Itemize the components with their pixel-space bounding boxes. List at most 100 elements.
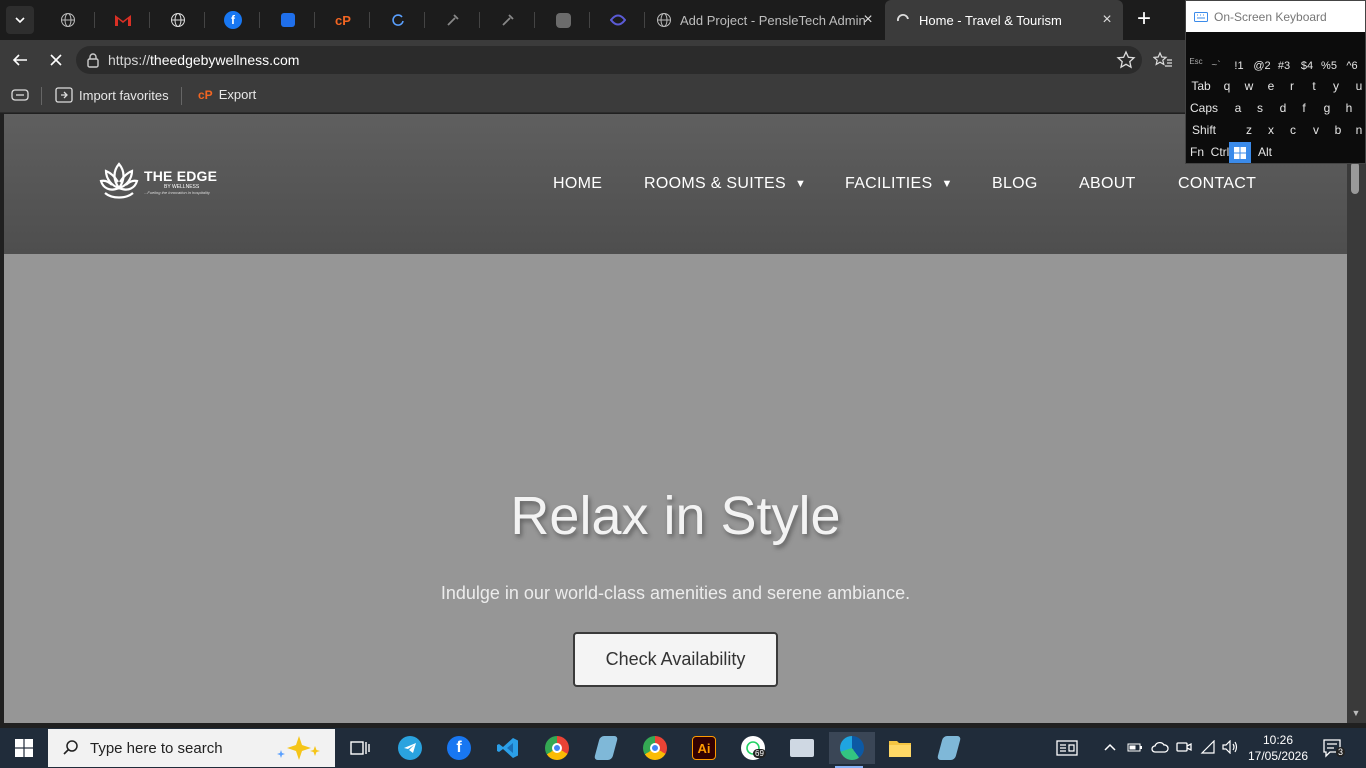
key-ctrl[interactable]: Ctrl bbox=[1210, 142, 1230, 162]
key-alt[interactable]: Alt bbox=[1254, 142, 1276, 162]
favorites-button[interactable] bbox=[1149, 46, 1177, 74]
taskbar-clock[interactable]: 10:26 17/05/2026 bbox=[1246, 732, 1310, 764]
key-s[interactable]: s bbox=[1252, 98, 1268, 118]
key-c[interactable]: c bbox=[1285, 120, 1301, 140]
key-4[interactable]: $4 bbox=[1297, 56, 1317, 76]
notes-app-2[interactable] bbox=[929, 732, 969, 764]
remote-desktop-app[interactable] bbox=[782, 732, 822, 764]
pinned-tab-5[interactable] bbox=[261, 0, 315, 40]
key-windows[interactable] bbox=[1229, 142, 1251, 163]
close-tab-icon[interactable]: × bbox=[1099, 12, 1115, 28]
facebook-app[interactable]: f bbox=[439, 732, 479, 764]
address-bar[interactable]: https://theedgebywellness.com bbox=[76, 46, 1142, 74]
import-favorites-link[interactable]: Import favorites bbox=[55, 87, 169, 103]
telegram-app[interactable] bbox=[390, 732, 430, 764]
site-logo[interactable]: THE EDGE BY WELLNESS ...Fueling the Inno… bbox=[98, 160, 217, 202]
chrome-profile-r-app[interactable] bbox=[537, 732, 577, 764]
key-e[interactable]: e bbox=[1263, 76, 1279, 96]
lock-icon[interactable] bbox=[86, 52, 100, 68]
key-n[interactable]: n bbox=[1352, 120, 1366, 140]
close-tab-icon[interactable]: × bbox=[860, 12, 876, 28]
pinned-tab-8[interactable] bbox=[426, 0, 480, 40]
favorite-star-icon[interactable] bbox=[1116, 50, 1136, 70]
pinned-tab-2[interactable] bbox=[96, 0, 150, 40]
key-5[interactable]: %5 bbox=[1319, 56, 1339, 76]
tab-home-travel[interactable]: Home - Travel & Tourism × bbox=[885, 0, 1123, 40]
news-widget-button[interactable] bbox=[1047, 732, 1087, 764]
whatsapp-app[interactable]: 69 bbox=[733, 732, 773, 764]
key-d[interactable]: d bbox=[1275, 98, 1291, 118]
pinned-tab-3[interactable] bbox=[151, 0, 205, 40]
pinned-tab-1[interactable] bbox=[41, 0, 95, 40]
edge-app[interactable] bbox=[829, 732, 875, 768]
notes-icon bbox=[593, 736, 619, 760]
key-y[interactable]: y bbox=[1328, 76, 1344, 96]
pinned-tab-11[interactable] bbox=[591, 0, 645, 40]
nav-home[interactable]: HOME bbox=[553, 174, 602, 194]
new-tab-button[interactable]: + bbox=[1132, 7, 1156, 32]
check-availability-button[interactable]: Check Availability bbox=[573, 632, 778, 687]
key-h[interactable]: h bbox=[1341, 98, 1357, 118]
meet-now-tray[interactable] bbox=[1176, 740, 1192, 757]
action-center-button[interactable]: 3 bbox=[1322, 738, 1350, 760]
pinned-tab-6[interactable]: cP bbox=[316, 0, 370, 40]
key-g[interactable]: g bbox=[1319, 98, 1335, 118]
key-v[interactable]: v bbox=[1308, 120, 1324, 140]
page-scrollbar[interactable] bbox=[1347, 114, 1366, 723]
taskbar-search-box[interactable]: Type here to search bbox=[48, 729, 335, 767]
key-q[interactable]: q bbox=[1219, 76, 1235, 96]
start-button[interactable] bbox=[0, 728, 48, 768]
osk-title-bar[interactable]: On-Screen Keyboard bbox=[1186, 1, 1365, 32]
nav-blog[interactable]: BLOG bbox=[992, 174, 1038, 194]
pinned-tab-4[interactable]: f bbox=[206, 0, 260, 40]
pinned-tab-7[interactable] bbox=[371, 0, 425, 40]
show-hidden-icons-button[interactable] bbox=[1103, 740, 1117, 757]
key-6[interactable]: ^6 bbox=[1342, 56, 1362, 76]
tab-actions-menu-button[interactable] bbox=[6, 6, 34, 34]
key-f[interactable]: f bbox=[1296, 98, 1312, 118]
task-view-button[interactable] bbox=[340, 732, 380, 764]
key-z[interactable]: z bbox=[1241, 120, 1257, 140]
notes-icon bbox=[936, 736, 962, 760]
key-3[interactable]: #3 bbox=[1274, 56, 1294, 76]
key-2[interactable]: @2 bbox=[1252, 56, 1272, 76]
key-fn[interactable]: Fn bbox=[1188, 142, 1206, 162]
key-w[interactable]: w bbox=[1241, 76, 1257, 96]
notes-app[interactable] bbox=[586, 732, 626, 764]
key-u[interactable]: u bbox=[1351, 76, 1366, 96]
pinned-tab-9[interactable] bbox=[481, 0, 535, 40]
nav-rooms-suites[interactable]: ROOMS & SUITES ▼ bbox=[644, 174, 806, 194]
key-a[interactable]: a bbox=[1230, 98, 1246, 118]
key-b[interactable]: b bbox=[1330, 120, 1346, 140]
key-tab[interactable]: Tab bbox=[1188, 76, 1214, 96]
export-link[interactable]: cP Export bbox=[198, 87, 256, 102]
key-t[interactable]: t bbox=[1306, 76, 1322, 96]
export-label: Export bbox=[218, 87, 257, 102]
file-explorer-app[interactable] bbox=[880, 732, 920, 764]
nav-about[interactable]: ABOUT bbox=[1079, 174, 1136, 194]
onedrive-tray[interactable] bbox=[1151, 740, 1169, 757]
nav-facilities[interactable]: FACILITIES ▼ bbox=[845, 174, 953, 194]
nav-label: ABOUT bbox=[1079, 175, 1136, 192]
pinned-tab-10[interactable] bbox=[536, 0, 590, 40]
scrollbar-thumb[interactable] bbox=[1351, 162, 1359, 194]
tab-add-project[interactable]: Add Project - PensleTech Admin × bbox=[646, 0, 884, 40]
nav-contact[interactable]: CONTACT bbox=[1178, 174, 1256, 194]
vscode-app[interactable] bbox=[488, 732, 528, 764]
key-1[interactable]: !1 bbox=[1230, 56, 1248, 76]
back-button[interactable] bbox=[6, 46, 34, 74]
volume-tray[interactable] bbox=[1222, 739, 1240, 757]
network-tray[interactable] bbox=[1200, 739, 1216, 757]
key-caps[interactable]: Caps bbox=[1188, 98, 1220, 118]
battery-tray[interactable] bbox=[1127, 740, 1143, 757]
chrome-app[interactable] bbox=[635, 732, 675, 764]
scroll-down-arrow-icon[interactable]: ▼ bbox=[1349, 708, 1363, 718]
key-shift[interactable]: Shift bbox=[1188, 120, 1220, 140]
illustrator-app[interactable]: Ai bbox=[684, 732, 724, 764]
key-r[interactable]: r bbox=[1284, 76, 1300, 96]
key-tilde[interactable]: ~` bbox=[1208, 56, 1224, 76]
key-x[interactable]: x bbox=[1263, 120, 1279, 140]
stop-loading-button[interactable] bbox=[42, 46, 70, 74]
key-esc[interactable]: Esc bbox=[1188, 52, 1204, 72]
tab-group-button[interactable] bbox=[11, 88, 29, 102]
